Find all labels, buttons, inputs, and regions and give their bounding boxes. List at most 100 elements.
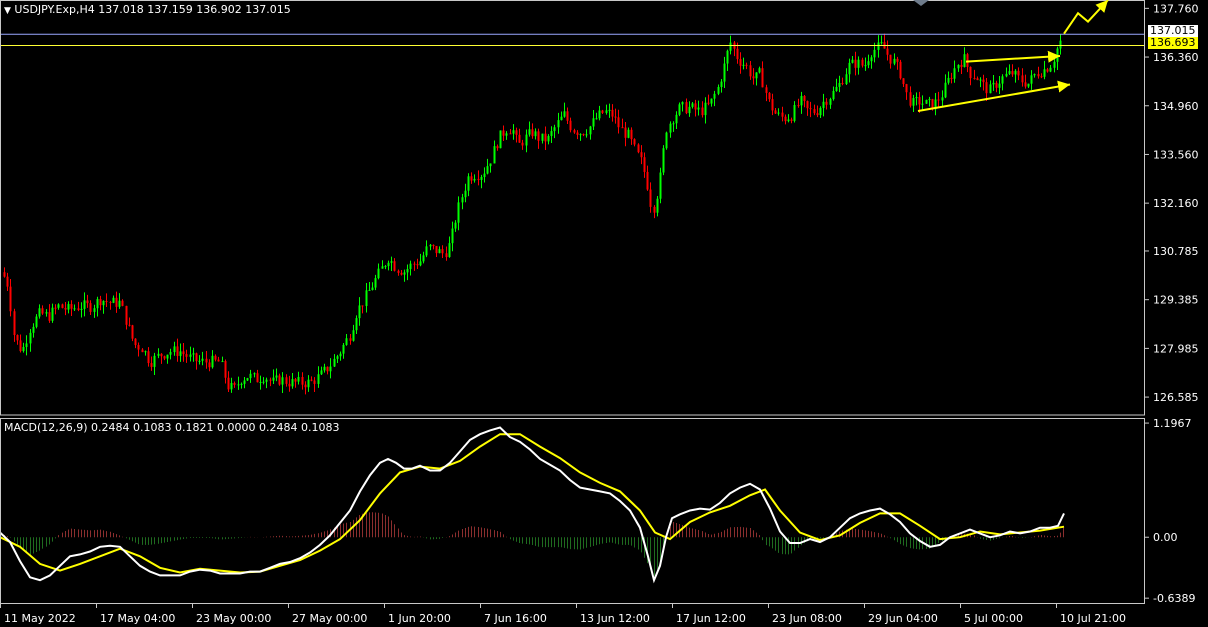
candle-body bbox=[582, 134, 585, 136]
candle-body bbox=[169, 352, 172, 355]
candle-body bbox=[688, 106, 691, 114]
candle-body bbox=[921, 103, 924, 105]
candle-body bbox=[953, 68, 956, 79]
time-tick-label: 10 Jul 21:00 bbox=[1060, 612, 1126, 625]
time-tick-label: 7 Jun 16:00 bbox=[484, 612, 547, 625]
candle-body bbox=[61, 304, 64, 308]
candle-body bbox=[595, 118, 598, 120]
candle-body bbox=[611, 109, 614, 117]
candle-body bbox=[102, 300, 105, 306]
candle-body bbox=[918, 97, 921, 105]
candle-body bbox=[1024, 82, 1027, 87]
candle-body bbox=[941, 97, 944, 101]
macd-tick-label: -0.6389 bbox=[1153, 592, 1195, 605]
candle-body bbox=[269, 379, 272, 381]
symbol-label: USDJPY.Exp,H4 bbox=[14, 3, 95, 16]
candle-body bbox=[179, 351, 182, 356]
candle-body bbox=[781, 112, 784, 117]
candle-body bbox=[333, 358, 336, 367]
candle-body bbox=[480, 176, 483, 180]
candle-body bbox=[243, 380, 246, 384]
candle-body bbox=[947, 77, 950, 83]
candle-body bbox=[86, 300, 89, 304]
candle-body bbox=[787, 119, 790, 122]
candle-body bbox=[550, 131, 553, 136]
candle-body bbox=[880, 42, 883, 44]
candle-body bbox=[797, 105, 800, 107]
chart-header: ▼ USDJPY.Exp,H4 137.018 137.159 136.902 … bbox=[4, 3, 291, 18]
candle-body bbox=[294, 379, 297, 382]
candle-body bbox=[3, 272, 6, 277]
bid-price-tag: 136.693 bbox=[1148, 36, 1198, 49]
candle-body bbox=[57, 304, 60, 308]
candle-body bbox=[48, 312, 51, 321]
candle-body bbox=[51, 307, 54, 321]
candle-body bbox=[729, 42, 732, 51]
candle-body bbox=[669, 123, 672, 133]
candle-body bbox=[1043, 69, 1046, 77]
candle-body bbox=[454, 222, 457, 229]
candle-body bbox=[109, 301, 112, 303]
time-tick-label: 27 May 00:00 bbox=[292, 612, 367, 625]
price-tick-label: 137.760 bbox=[1153, 2, 1199, 15]
candle-body bbox=[38, 308, 41, 317]
chart-canvas[interactable]: 137.760 136.360 134.960 133.560 132.160 130.7… bbox=[0, 0, 1208, 627]
candle-body bbox=[473, 178, 476, 181]
candle-body bbox=[761, 68, 764, 88]
candle-body bbox=[665, 132, 668, 149]
candle-body bbox=[678, 104, 681, 115]
time-tick-label: 23 May 00:00 bbox=[196, 612, 271, 625]
candle-body bbox=[214, 355, 217, 360]
candle-body bbox=[265, 379, 268, 382]
candle-body bbox=[707, 102, 710, 104]
candle-body bbox=[617, 117, 620, 128]
candle-body bbox=[425, 246, 428, 256]
candle-body bbox=[371, 287, 374, 290]
candle-body bbox=[41, 308, 44, 314]
candle-body bbox=[976, 78, 979, 81]
candle-body bbox=[45, 312, 48, 314]
candle-body bbox=[249, 373, 252, 379]
price-tick-label: 132.160 bbox=[1153, 197, 1199, 210]
macd-header: MACD(12,26,9) 0.2484 0.1083 0.1821 0.000… bbox=[4, 421, 339, 434]
candle-body bbox=[121, 300, 124, 306]
candle-body bbox=[598, 110, 601, 119]
candle-body bbox=[752, 76, 755, 79]
price-tick-label: 136.360 bbox=[1153, 51, 1199, 64]
candle-body bbox=[227, 377, 230, 390]
candle-body bbox=[777, 112, 780, 114]
candle-body bbox=[16, 335, 19, 341]
candle-body bbox=[483, 173, 486, 177]
candle-body bbox=[285, 377, 288, 384]
candle-body bbox=[461, 197, 464, 203]
candle-body bbox=[608, 109, 611, 111]
candle-body bbox=[105, 300, 108, 302]
time-tick-label: 11 May 2022 bbox=[4, 612, 76, 625]
candle-body bbox=[614, 116, 617, 118]
candle-body bbox=[281, 377, 284, 385]
candle-body bbox=[755, 72, 758, 79]
candle-body bbox=[163, 356, 166, 359]
candle-body bbox=[963, 54, 966, 67]
candle-body bbox=[694, 103, 697, 110]
candle-body bbox=[928, 99, 931, 101]
candle-body bbox=[400, 272, 403, 275]
candle-body bbox=[246, 378, 249, 381]
candle-body bbox=[989, 84, 992, 94]
candle-body bbox=[256, 373, 259, 383]
candle-body bbox=[288, 383, 291, 387]
candle-body bbox=[1049, 67, 1052, 72]
candle-body bbox=[201, 358, 204, 361]
candle-body bbox=[944, 82, 947, 98]
candle-body bbox=[185, 354, 188, 357]
time-tick-label: 23 Jun 08:00 bbox=[772, 612, 842, 625]
candle-body bbox=[701, 107, 704, 116]
candle-body bbox=[627, 129, 630, 138]
menu-triangle-icon[interactable]: ▼ bbox=[4, 6, 11, 16]
candle-body bbox=[131, 325, 134, 339]
candle-body bbox=[67, 304, 70, 310]
candle-body bbox=[406, 269, 409, 273]
candle-body bbox=[409, 263, 412, 270]
candle-body bbox=[70, 304, 73, 309]
candle-body bbox=[576, 132, 579, 135]
